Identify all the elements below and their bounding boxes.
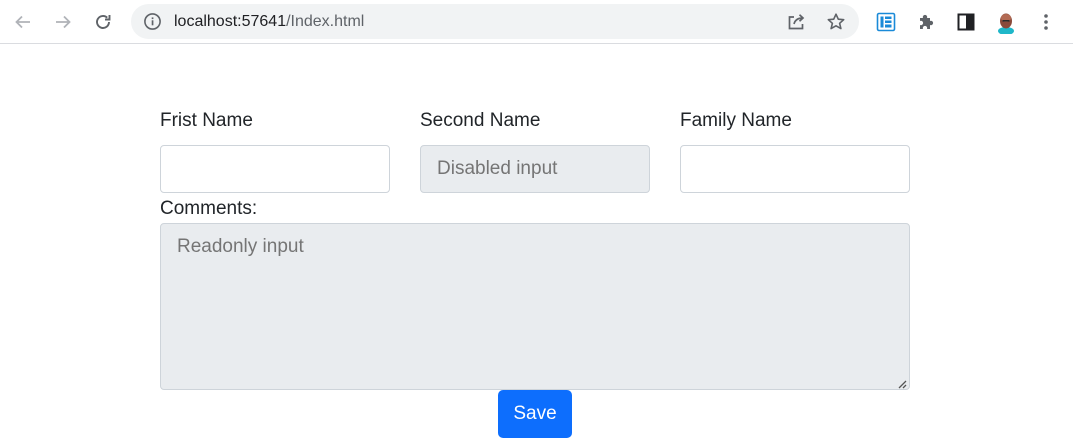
first-name-input[interactable] — [160, 145, 390, 193]
first-name-label: Frist Name — [160, 110, 253, 131]
share-icon[interactable] — [785, 11, 807, 33]
bookmark-star-icon[interactable] — [825, 11, 847, 33]
second-name-input-disabled — [420, 145, 650, 193]
browser-toolbar: localhost:57641/Index.html — [0, 0, 1073, 44]
chrome-menu-icon[interactable] — [1034, 10, 1058, 34]
extension-app-icon[interactable] — [874, 10, 898, 34]
site-info-icon[interactable] — [143, 12, 162, 31]
family-name-input[interactable] — [680, 145, 910, 193]
comments-textarea-readonly[interactable] — [160, 223, 910, 390]
second-name-label: Second Name — [420, 110, 541, 131]
resize-grip-icon[interactable] — [896, 376, 907, 389]
save-button[interactable]: Save — [498, 390, 572, 438]
family-name-label: Family Name — [680, 110, 792, 131]
side-panel-icon[interactable] — [954, 10, 978, 34]
comments-label: Comments: — [160, 198, 258, 219]
reload-icon[interactable] — [89, 8, 117, 36]
extensions-puzzle-icon[interactable] — [914, 10, 938, 34]
back-arrow-icon[interactable] — [9, 8, 37, 36]
address-bar[interactable]: localhost:57641/Index.html — [131, 4, 859, 39]
forward-arrow-icon[interactable] — [49, 8, 77, 36]
url-path: /Index.html — [286, 13, 365, 30]
url-host: localhost:57641 — [174, 13, 287, 30]
url-text: localhost:57641/Index.html — [174, 13, 364, 31]
profile-avatar-icon[interactable] — [994, 10, 1018, 34]
